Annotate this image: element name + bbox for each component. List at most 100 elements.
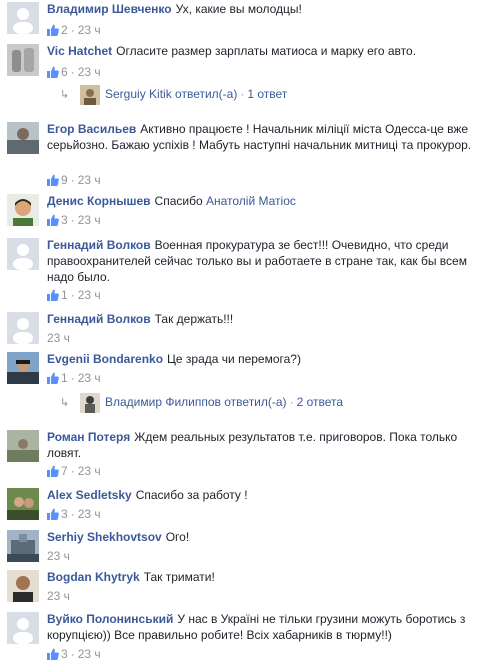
reply-count[interactable]: 1 ответ [247,87,287,101]
comment-meta: 6 · 23 ч [47,65,101,79]
avatar[interactable] [7,238,39,270]
thumbs-up-icon[interactable] [47,174,59,186]
like-count[interactable]: 3 [61,647,68,661]
comment-author[interactable]: Bogdan Khytryk [47,570,140,584]
comment-meta: 1 · 23 ч [47,371,101,385]
comment: Денис Корнышев Спасибо Анатолій Матіос 3 ·… [7,194,474,234]
comment: Vic Hatchet Огласите размер зарплаты мати… [7,44,474,84]
comment: Егор Васильев Активно працюєте ! Начальни… [7,122,474,188]
like-count[interactable]: 1 [61,371,68,385]
comment: Bogdan Khytryk Так тримати! 23 ч [7,570,474,606]
reply-arrow-icon: ↳ [60,397,70,409]
reply-count[interactable]: 2 ответа [297,395,343,409]
replies-link[interactable]: ↳ Serguiy Kitik ответил(-а) · 1 ответ [60,84,287,105]
comment-text: Так тримати! [143,570,215,584]
avatar[interactable] [7,194,39,226]
separator-dot: · [70,371,75,385]
like-count[interactable]: 2 [61,23,68,37]
thumbs-up-icon[interactable] [47,372,59,384]
comment-time[interactable]: 23 ч [47,589,70,603]
comment-text: Ух, какие вы молодцы! [175,2,302,16]
avatar[interactable] [7,488,39,520]
comment-author[interactable]: Роман Потеря [47,430,130,444]
comment-time[interactable]: 23 ч [78,371,101,385]
comment: Геннадий Волков Так держать!!! 23 ч [7,312,474,348]
comment-meta: 2 · 23 ч [47,23,101,37]
separator-dot: · [70,23,75,37]
comment-time[interactable]: 23 ч [78,213,101,227]
comment-meta: 9 · 23 ч [47,173,101,187]
avatar[interactable] [7,570,39,602]
like-count[interactable]: 1 [61,288,68,302]
reply-author[interactable]: Serguiy Kitik [105,87,172,101]
avatar[interactable] [7,612,39,644]
comment-time[interactable]: 23 ч [78,173,101,187]
avatar[interactable] [7,312,39,344]
comment-text: Огласите размер зарплаты матиоса и марку… [116,44,417,58]
comment-time[interactable]: 23 ч [78,647,101,661]
comment-author[interactable]: Геннадий Волков [47,238,151,252]
comment-meta: 7 · 23 ч [47,464,101,478]
mention-link[interactable]: Анатолій Матіос [206,194,296,208]
comment-time[interactable]: 23 ч [78,288,101,302]
like-count[interactable]: 3 [61,507,68,521]
separator-dot: · [70,464,75,478]
comment-author[interactable]: Вуйко Полонинський [47,612,173,626]
comment: Alex Sedletsky Спасибо за работу ! 3 · 23 ч [7,488,474,524]
comment-time[interactable]: 23 ч [78,464,101,478]
like-count[interactable]: 7 [61,464,68,478]
avatar [80,84,100,105]
comment-time[interactable]: 23 ч [47,549,70,563]
reply-action: ответил(-а) [224,395,287,409]
comment-time[interactable]: 23 ч [78,507,101,521]
comment-meta: 3 · 23 ч [47,647,101,661]
comment-text: Спасибо за работу ! [135,488,248,502]
comment-time[interactable]: 23 ч [78,23,101,37]
separator-dot: · [70,173,75,187]
comment: Serhiy Shekhovtsov Ого! 23 ч [7,530,474,566]
thumbs-up-icon[interactable] [47,24,59,36]
comment-time[interactable]: 23 ч [78,65,101,79]
comment-author[interactable]: Геннадий Волков [47,312,151,326]
separator-dot: · [70,507,75,521]
comment-author[interactable]: Evgenii Bondarenko [47,352,163,366]
comment-time[interactable]: 23 ч [47,331,70,345]
comment: Вуйко Полонинський У нас в Україні не тіл… [7,612,474,662]
comment-author[interactable]: Vic Hatchet [47,44,112,58]
comment-meta: 23 ч [47,589,70,603]
avatar[interactable] [7,2,39,34]
like-count[interactable]: 6 [61,65,68,79]
comment: Evgenii Bondarenko Це зрада чи перемога?)… [7,352,474,388]
avatar[interactable] [7,530,39,562]
reply-action: ответил(-а) [175,87,238,101]
thumbs-up-icon[interactable] [47,465,59,477]
thumbs-up-icon[interactable] [47,66,59,78]
comment-author[interactable]: Serhiy Shekhovtsov [47,530,162,544]
like-count[interactable]: 9 [61,173,68,187]
avatar[interactable] [7,122,39,154]
avatar[interactable] [7,430,39,462]
separator-dot: · [70,213,75,227]
comment-text: Спасибо [154,194,203,208]
thumbs-up-icon[interactable] [47,648,59,660]
reply-author[interactable]: Владимир Филиппов [105,395,221,409]
separator-dot: · [289,395,294,409]
avatar[interactable] [7,352,39,384]
comment-author[interactable]: Владимир Шевченко [47,2,172,16]
comment-author[interactable]: Alex Sedletsky [47,488,132,502]
thumbs-up-icon[interactable] [47,214,59,226]
comment-meta: 1 · 23 ч [47,288,101,302]
thumbs-up-icon[interactable] [47,289,59,301]
separator-dot: · [70,65,75,79]
comment: Владимир Шевченко Ух, какие вы молодцы! 2… [7,2,474,42]
like-count[interactable]: 3 [61,213,68,227]
comment-text: Ого! [165,530,190,544]
avatar[interactable] [7,44,39,76]
thumbs-up-icon[interactable] [47,508,59,520]
comment-meta: 3 · 23 ч [47,507,101,521]
comment-author[interactable]: Егор Васильев [47,122,136,136]
reply-arrow-icon: ↳ [60,89,70,101]
replies-link[interactable]: ↳ Владимир Филиппов ответил(-а) · 2 ответа [60,392,343,413]
comment-author[interactable]: Денис Корнышев [47,194,151,208]
comment-text: Це зрада чи перемога?) [167,352,301,366]
